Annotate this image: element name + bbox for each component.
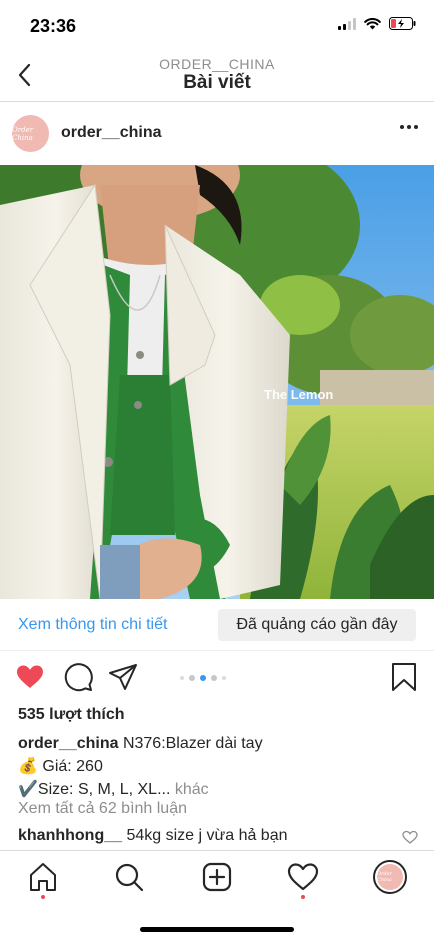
view-all-comments-link[interactable]: Xem tất cả 62 bình luận — [18, 800, 187, 818]
status-time: 23:36 — [30, 16, 77, 36]
image-watermark: The Lemon — [264, 387, 333, 402]
comment-username[interactable]: khanhhong__ — [18, 827, 122, 844]
caption-username[interactable]: order__china — [18, 735, 118, 752]
view-details-link[interactable]: Xem thông tin chi tiết — [18, 616, 167, 634]
activity-heart-icon[interactable] — [287, 861, 319, 893]
signal-icon — [338, 17, 356, 30]
home-notification-dot — [41, 895, 45, 899]
status-bar: 23:36 — [0, 0, 434, 52]
profile-avatar-logo: Order China — [377, 864, 403, 890]
like-heart-icon[interactable] — [15, 662, 45, 692]
home-icon[interactable] — [27, 861, 59, 893]
caption-line-3: ✔️Size: S, M, L, XL... — [18, 781, 171, 798]
page-title: Bài viết — [183, 72, 251, 93]
avatar[interactable]: Order China — [12, 115, 49, 152]
share-icon[interactable] — [108, 662, 138, 692]
status-icons — [338, 17, 416, 30]
recently-promoted-button[interactable]: Đã quảng cáo gần đây — [218, 609, 416, 641]
header-subtitle: ORDER__CHINA — [159, 56, 275, 72]
home-indicator — [140, 927, 294, 932]
comment-item: khanhhong__ 54kg size j vừa hả bạn — [18, 827, 288, 845]
post-caption: order__china N376:Blazer dài tay 💰 Giá: … — [18, 732, 418, 801]
search-icon[interactable] — [113, 861, 145, 893]
battery-charging-icon — [389, 17, 416, 30]
comment-icon[interactable] — [63, 662, 93, 692]
caption-line-1: N376:Blazer dài tay — [122, 735, 263, 752]
comment-text: 54kg size j vừa hả bạn — [126, 827, 288, 844]
like-count[interactable]: 535 lượt thích — [18, 706, 125, 724]
comment-like-icon[interactable] — [402, 830, 418, 844]
post-image[interactable]: The Lemon — [0, 165, 434, 599]
post-username[interactable]: order__china — [61, 124, 161, 142]
caption-line-2: 💰 Giá: 260 — [18, 758, 103, 775]
avatar-logo: Order China — [12, 125, 34, 142]
activity-notification-dot — [301, 895, 305, 899]
cta-row: Xem thông tin chi tiết Đã quảng cáo gần … — [0, 599, 434, 651]
wifi-icon — [364, 17, 381, 29]
post-header-bar: ORDER__CHINA Bài viết — [0, 52, 434, 102]
post-actions — [0, 658, 434, 698]
carousel-indicator — [180, 675, 226, 681]
add-post-icon[interactable] — [201, 861, 233, 893]
profile-avatar[interactable]: Order China — [373, 860, 407, 894]
post-author-row: Order China order__china — [0, 103, 434, 165]
tab-bar: Order China — [0, 850, 434, 942]
caption-more-link[interactable]: khác — [175, 781, 209, 798]
more-options-icon[interactable] — [400, 125, 418, 129]
bookmark-icon[interactable] — [389, 662, 419, 692]
